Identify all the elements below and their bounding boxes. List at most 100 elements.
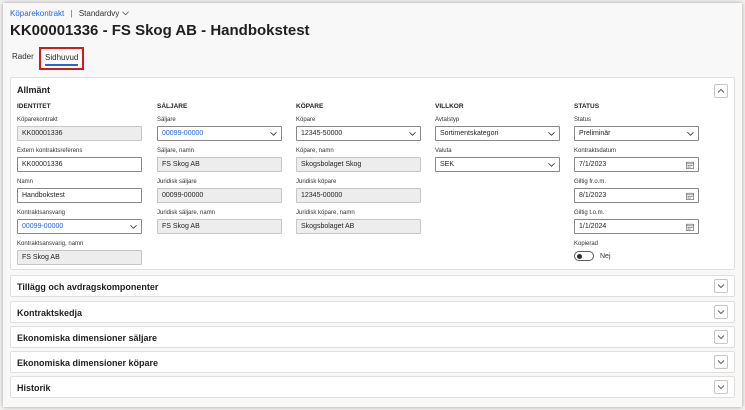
- field-external-reference: Extern kontraktsreferens KK00001336: [17, 148, 142, 179]
- field-copied: Kopierad Nej: [574, 241, 699, 272]
- name-input[interactable]: Handbokstest: [17, 188, 142, 203]
- view-selector-label: Standardvy: [78, 9, 120, 18]
- chevron-down-icon: [687, 131, 694, 136]
- legal-seller-name-input[interactable]: FS Skog AB: [157, 219, 282, 234]
- section-additions-expand-button[interactable]: [714, 279, 728, 293]
- field-currency: Valuta SEK: [435, 148, 560, 179]
- section-general-title[interactable]: Allmänt: [17, 85, 50, 95]
- group-identity: IDENTITET Köparekontrakt KK00001336 Exte…: [17, 103, 142, 272]
- chevron-down-icon: [717, 284, 725, 289]
- tab-lines[interactable]: Rader: [12, 52, 34, 61]
- legal-buyer-input[interactable]: 12345-00000: [296, 188, 421, 203]
- section-history-expand-button[interactable]: [714, 380, 728, 394]
- section-fin-dim-seller[interactable]: Ekonomiska dimensioner säljare: [10, 326, 735, 348]
- breadcrumb: Köparekontrakt | Standardvy: [10, 9, 130, 18]
- valid-to-input[interactable]: 1/1/2024: [574, 219, 699, 234]
- valid-from-value: 8/1/2023: [579, 192, 607, 199]
- field-label: Köpare, namn: [296, 148, 334, 154]
- field-seller-name: Säljare, namn FS Skog AB: [157, 148, 282, 179]
- section-fin-dim-buyer[interactable]: Ekonomiska dimensioner köpare: [10, 351, 735, 373]
- field-status: Status Preliminär: [574, 117, 699, 148]
- tab-header[interactable]: Sidhuvud: [39, 47, 85, 70]
- view-selector[interactable]: Standardvy: [78, 9, 130, 18]
- seller-dropdown[interactable]: 00099-00000: [157, 126, 282, 141]
- buyer-name-input[interactable]: Skogsbolaget Skog: [296, 157, 421, 172]
- active-tab-underline: [45, 64, 79, 66]
- section-general: Allmänt IDENTITET Köparekontrakt KK00001…: [10, 77, 735, 270]
- field-label: Status: [574, 117, 592, 123]
- chevron-down-icon: [548, 131, 555, 136]
- page-title: KK00001336 - FS Skog AB - Handbokstest: [10, 22, 310, 39]
- calendar-icon[interactable]: [686, 192, 694, 200]
- copied-toggle-label: Nej: [600, 252, 611, 260]
- field-label: Juridisk säljare: [157, 179, 197, 185]
- field-seller: Säljare 00099-00000: [157, 117, 282, 148]
- chevron-down-icon: [548, 162, 555, 167]
- chevron-down-icon: [717, 385, 725, 390]
- group-buyer: KÖPARE Köpare 12345-50000 Köpare, namn S…: [296, 103, 421, 241]
- field-label: Säljare, namn: [157, 148, 195, 154]
- contract-responsible-name-input[interactable]: FS Skog AB: [17, 250, 142, 265]
- seller-value: 00099-00000: [162, 130, 204, 137]
- chevron-up-icon: [717, 88, 725, 93]
- field-valid-to: Giltig t.o.m. 1/1/2024: [574, 210, 699, 241]
- field-label: Köparekontrakt: [17, 117, 58, 123]
- buyer-dropdown[interactable]: 12345-50000: [296, 126, 421, 141]
- field-legal-buyer: Juridisk köpare 12345-00000: [296, 179, 421, 210]
- chevron-down-icon: [717, 335, 725, 340]
- group-terms: VILLKOR Avtalstyp Sortimentskategori Val…: [435, 103, 560, 179]
- field-label: Kontraktsansvarig: [17, 210, 66, 216]
- agreement-type-dropdown[interactable]: Sortimentskategori: [435, 126, 560, 141]
- section-additions-title: Tillägg och avdragskomponenter: [17, 282, 159, 292]
- calendar-icon[interactable]: [686, 223, 694, 231]
- group-seller: SÄLJARE Säljare 00099-00000 Säljare, nam…: [157, 103, 282, 241]
- external-reference-input[interactable]: KK00001336: [17, 157, 142, 172]
- field-label: Namn: [17, 179, 34, 185]
- section-fin-dim-buyer-expand-button[interactable]: [714, 355, 728, 369]
- tab-header-label: Sidhuvud: [45, 53, 79, 62]
- contract-date-input[interactable]: 7/1/2023: [574, 157, 699, 172]
- field-legal-seller-name: Juridisk säljare, namn FS Skog AB: [157, 210, 282, 241]
- copied-toggle[interactable]: [574, 251, 594, 261]
- group-status: STATUS Status Preliminär Kontraktsdatum …: [574, 103, 699, 272]
- section-history-title: Historik: [17, 383, 51, 393]
- status-value: Preliminär: [579, 130, 611, 137]
- legal-buyer-name-input[interactable]: Skogsbolaget AB: [296, 219, 421, 234]
- chevron-down-icon: [130, 224, 137, 229]
- chevron-down-icon: [122, 11, 130, 16]
- field-label: Giltig t.o.m.: [574, 210, 605, 216]
- buyer-value: 12345-50000: [301, 130, 343, 137]
- section-additions[interactable]: Tillägg och avdragskomponenter: [10, 275, 735, 297]
- section-fin-dim-buyer-title: Ekonomiska dimensioner köpare: [17, 358, 159, 368]
- field-label: Juridisk säljare, namn: [157, 210, 216, 216]
- section-fin-dim-seller-expand-button[interactable]: [714, 330, 728, 344]
- contract-responsible-value: 00099-00000: [22, 223, 64, 230]
- legal-seller-input[interactable]: 00099-00000: [157, 188, 282, 203]
- section-general-collapse-button[interactable]: [714, 84, 728, 98]
- field-buyer: Köpare 12345-50000: [296, 117, 421, 148]
- section-contract-chain-expand-button[interactable]: [714, 305, 728, 319]
- field-label: Extern kontraktsreferens: [17, 148, 83, 154]
- breadcrumb-form-link[interactable]: Köparekontrakt: [10, 9, 64, 18]
- group-status-heading: STATUS: [574, 103, 600, 110]
- buyer-contract-input[interactable]: KK00001336: [17, 126, 142, 141]
- calendar-icon[interactable]: [686, 161, 694, 169]
- chevron-down-icon: [409, 131, 416, 136]
- status-dropdown[interactable]: Preliminär: [574, 126, 699, 141]
- agreement-type-value: Sortimentskategori: [440, 130, 499, 137]
- currency-dropdown[interactable]: SEK: [435, 157, 560, 172]
- field-contract-responsible-name: Kontraktsansvarig, namn FS Skog AB: [17, 241, 142, 272]
- section-contract-chain[interactable]: Kontraktskedja: [10, 301, 735, 323]
- field-valid-from: Giltig fr.o.m. 8/1/2023: [574, 179, 699, 210]
- section-history[interactable]: Historik: [10, 376, 735, 398]
- field-buyer-name: Köpare, namn Skogsbolaget Skog: [296, 148, 421, 179]
- field-legal-buyer-name: Juridisk köpare, namn Skogsbolaget AB: [296, 210, 421, 241]
- field-legal-seller: Juridisk säljare 00099-00000: [157, 179, 282, 210]
- valid-from-input[interactable]: 8/1/2023: [574, 188, 699, 203]
- field-label: Juridisk köpare, namn: [296, 210, 355, 216]
- field-label: Juridisk köpare: [296, 179, 337, 185]
- field-label: Valuta: [435, 148, 452, 154]
- seller-name-input[interactable]: FS Skog AB: [157, 157, 282, 172]
- contract-responsible-dropdown[interactable]: 00099-00000: [17, 219, 142, 234]
- valid-to-value: 1/1/2024: [579, 223, 607, 230]
